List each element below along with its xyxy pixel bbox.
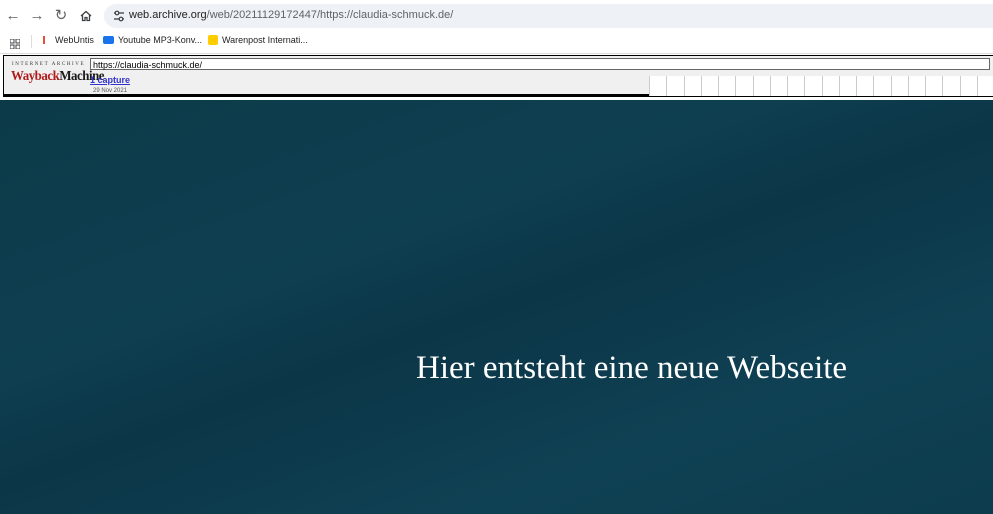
timeline-cell[interactable]: [752, 76, 770, 96]
wayback-bar: INTERNET ARCHIVE WaybackMachine https://…: [3, 55, 993, 97]
bookmarks-bar: WebUntis Youtube MP3-Konv... Warenpost I…: [0, 31, 993, 54]
bookmark-label: WebUntis: [55, 35, 94, 45]
wayback-logo-word: Wayback: [11, 69, 60, 84]
capture-timeline[interactable]: [649, 76, 993, 96]
wayback-url-input[interactable]: https://claudia-schmuck.de/: [90, 58, 990, 70]
timeline-cell[interactable]: [683, 76, 701, 96]
reload-icon[interactable]: ↻: [52, 7, 70, 25]
apps-grid-icon[interactable]: [9, 36, 21, 50]
capture-date: 29 Nov 2021: [93, 88, 128, 94]
deutsche-post-icon: [208, 35, 218, 45]
bookmark-youtube[interactable]: Youtube MP3-Konv...: [103, 35, 202, 45]
bookmark-label: Warenpost Internati...: [222, 35, 308, 45]
browser-toolbar: ← → ↻ web.archive.org/web/20211129172447…: [0, 0, 993, 31]
page-headline: Hier entsteht eine neue Webseite: [416, 350, 848, 386]
forward-arrow-icon[interactable]: →: [28, 7, 46, 25]
timeline-cell[interactable]: [787, 76, 805, 96]
bookmark-warenpost[interactable]: Warenpost Internati...: [208, 35, 308, 45]
url-path: /web/20211129172447/https://claudia-schm…: [206, 9, 454, 21]
bookmark-label: Youtube MP3-Konv...: [118, 35, 203, 45]
address-bar[interactable]: web.archive.org/web/20211129172447/https…: [104, 4, 993, 28]
internet-archive-text: INTERNET ARCHIVE: [12, 62, 86, 67]
url-domain: web.archive.org: [129, 9, 207, 21]
captures-link[interactable]: 1 capture: [90, 75, 130, 85]
home-icon[interactable]: [77, 7, 95, 25]
youtube-icon: [103, 36, 114, 44]
timeline-cell[interactable]: [649, 76, 667, 96]
bookmarks-divider: [31, 35, 32, 48]
timeline-cell[interactable]: [821, 76, 839, 96]
timeline-cell[interactable]: [856, 76, 874, 96]
timeline-cell[interactable]: [925, 76, 943, 96]
timeline-cell[interactable]: [890, 76, 908, 96]
timeline-cell[interactable]: [700, 76, 718, 96]
timeline-cell[interactable]: [666, 76, 684, 96]
back-arrow-icon[interactable]: ←: [4, 7, 22, 25]
timeline-cell[interactable]: [959, 76, 977, 96]
timeline-cell[interactable]: [907, 76, 925, 96]
timeline-cell[interactable]: [942, 76, 960, 96]
bookmark-webuntis[interactable]: WebUntis: [43, 35, 94, 45]
timeline-cell[interactable]: [838, 76, 856, 96]
timeline-cell[interactable]: [769, 76, 787, 96]
webuntis-icon: [43, 36, 51, 44]
archived-page: Hier entsteht eine neue Webseite: [0, 100, 993, 514]
wayback-toolbar: INTERNET ARCHIVE WaybackMachine https://…: [0, 54, 993, 100]
timeline-cell[interactable]: [804, 76, 822, 96]
timeline-cell[interactable]: [718, 76, 736, 96]
timeline-cell[interactable]: [735, 76, 753, 96]
url-text[interactable]: web.archive.org/web/20211129172447/https…: [129, 9, 453, 21]
timeline-cell[interactable]: [976, 76, 993, 96]
timeline-cell[interactable]: [873, 76, 891, 96]
site-settings-icon[interactable]: [112, 9, 126, 23]
